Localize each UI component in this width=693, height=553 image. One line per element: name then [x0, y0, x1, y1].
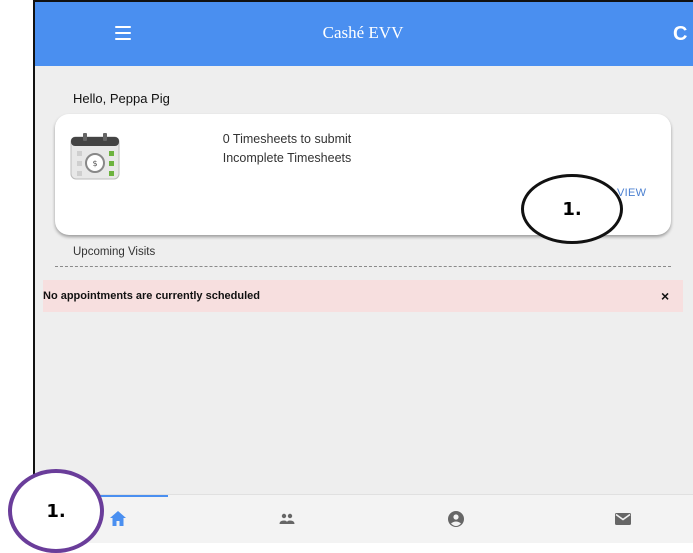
people-icon[interactable]	[275, 507, 299, 531]
callout-annotation-view: 1.	[521, 174, 623, 244]
app-title: Cashé EVV	[322, 23, 404, 42]
frame-border	[33, 0, 693, 2]
frame-border	[33, 0, 35, 543]
home-icon[interactable]	[106, 507, 130, 531]
greeting-text: Hello, Peppa Pig	[73, 91, 170, 106]
view-button[interactable]: VIEW	[617, 187, 646, 199]
divider	[55, 266, 671, 267]
app-frame: Cashé EVV C Hello, Peppa Pig $ 0 Timeshe…	[33, 0, 693, 543]
bottom-navigation	[33, 494, 693, 543]
no-appointments-alert: No appointments are currently scheduled …	[43, 280, 683, 312]
app-bar: Cashé EVV C	[33, 2, 693, 66]
account-icon[interactable]	[444, 507, 468, 531]
timesheets-status: Incomplete Timesheets	[222, 151, 352, 165]
mail-icon[interactable]	[611, 507, 635, 531]
upcoming-visits-heading: Upcoming Visits	[73, 246, 156, 258]
refresh-icon[interactable]: C	[673, 24, 687, 44]
timesheets-count: 0 Timesheets to submit	[222, 132, 352, 146]
close-icon[interactable]: ×	[661, 289, 669, 303]
callout-annotation-home: 1.	[8, 469, 104, 553]
alert-text: No appointments are currently scheduled	[43, 290, 260, 302]
